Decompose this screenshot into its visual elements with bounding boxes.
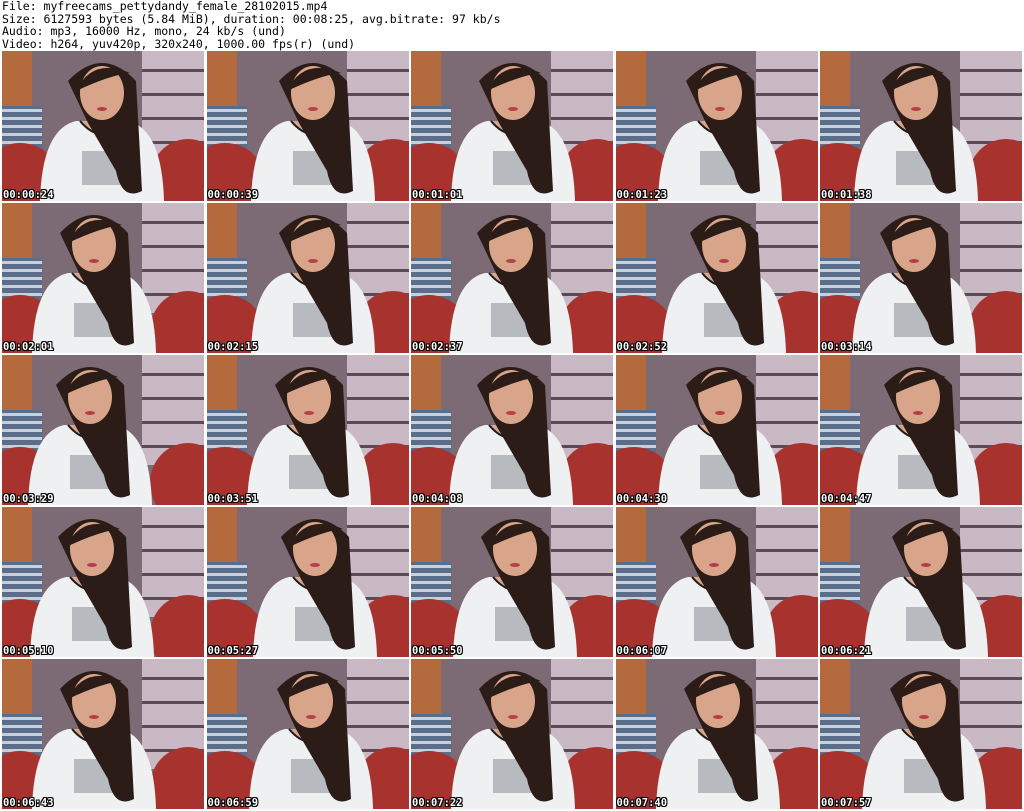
frame-timestamp: 00:05:50: [412, 645, 463, 657]
frame-timestamp: 00:01:23: [616, 189, 668, 201]
frame-timestamp: 00:06:59: [207, 797, 259, 809]
frame-timestamp: 00:02:52: [616, 341, 668, 353]
video-frame-thumbnail: 00:01:38: [820, 51, 1022, 201]
file-info-header: File: myfreecams_pettydandy_female_28102…: [2, 0, 1022, 50]
video-frame-thumbnail: 00:05:50: [411, 507, 613, 657]
video-frame-thumbnail: 00:06:59: [206, 659, 409, 809]
frame-timestamp: 00:04:08: [412, 493, 463, 505]
frame-timestamp: 00:04:30: [616, 493, 668, 505]
video-frame-thumbnail: 00:04:30: [615, 355, 818, 505]
audio-info-line: Audio: mp3, 16000 Hz, mono, 24 kb/s (und…: [2, 24, 286, 38]
frame-timestamp: 00:07:40: [616, 797, 668, 809]
frame-scene-image: [615, 507, 818, 657]
video-frame-thumbnail: 00:04:08: [411, 355, 613, 505]
frame-timestamp: 00:04:47: [821, 493, 872, 505]
video-frame-thumbnail: 00:07:57: [820, 659, 1022, 809]
frame-timestamp: 00:01:38: [821, 189, 872, 201]
frame-scene-image: [206, 659, 409, 809]
frame-timestamp: 00:03:29: [3, 493, 54, 505]
frame-scene-image: [411, 659, 613, 809]
frame-scene-image: [411, 507, 613, 657]
frame-timestamp: 00:01:01: [412, 189, 463, 201]
frame-scene-image: [2, 203, 204, 353]
frame-scene-image: [2, 507, 204, 657]
frame-timestamp: 00:06:21: [821, 645, 872, 657]
thumbnail-grid: 00:00:24 00:00:39 00:01:01 00:01:23 00:01:38…: [2, 51, 1022, 809]
video-frame-thumbnail: 00:06:07: [615, 507, 818, 657]
frame-timestamp: 00:07:57: [821, 797, 872, 809]
frame-scene-image: [206, 51, 409, 201]
frame-timestamp: 00:07:22: [412, 797, 463, 809]
frame-scene-image: [206, 203, 409, 353]
frame-timestamp: 00:00:24: [3, 189, 54, 201]
frame-timestamp: 00:02:15: [207, 341, 259, 353]
frame-scene-image: [206, 507, 409, 657]
frame-scene-image: [411, 51, 613, 201]
frame-timestamp: 00:00:39: [207, 189, 259, 201]
frame-timestamp: 00:06:43: [3, 797, 54, 809]
file-name-line: File: myfreecams_pettydandy_female_28102…: [2, 0, 328, 13]
frame-scene-image: [820, 51, 1022, 201]
video-frame-thumbnail: 00:03:14: [820, 203, 1022, 353]
frame-scene-image: [615, 203, 818, 353]
video-frame-thumbnail: 00:03:29: [2, 355, 204, 505]
frame-timestamp: 00:03:14: [821, 341, 872, 353]
frame-scene-image: [2, 659, 204, 809]
video-frame-thumbnail: 00:02:37: [411, 203, 613, 353]
frame-scene-image: [820, 355, 1022, 505]
frame-scene-image: [615, 355, 818, 505]
video-frame-thumbnail: 00:02:15: [206, 203, 409, 353]
frame-timestamp: 00:02:01: [3, 341, 54, 353]
frame-timestamp: 00:05:10: [3, 645, 54, 657]
frame-scene-image: [411, 203, 613, 353]
video-frame-thumbnail: 00:02:52: [615, 203, 818, 353]
video-frame-thumbnail: 00:01:01: [411, 51, 613, 201]
frame-timestamp: 00:03:51: [207, 493, 259, 505]
frame-scene-image: [2, 51, 204, 201]
frame-timestamp: 00:05:27: [207, 645, 259, 657]
frame-scene-image: [820, 659, 1022, 809]
video-frame-thumbnail: 00:05:10: [2, 507, 204, 657]
frame-scene-image: [820, 203, 1022, 353]
frame-scene-image: [206, 355, 409, 505]
frame-timestamp: 00:06:07: [616, 645, 668, 657]
video-frame-thumbnail: 00:03:51: [206, 355, 409, 505]
frame-scene-image: [411, 355, 613, 505]
frame-timestamp: 00:02:37: [412, 341, 463, 353]
frame-scene-image: [615, 51, 818, 201]
video-frame-thumbnail: 00:07:22: [411, 659, 613, 809]
video-frame-thumbnail: 00:00:24: [2, 51, 204, 201]
video-frame-thumbnail: 00:05:27: [206, 507, 409, 657]
video-frame-thumbnail: 00:01:23: [615, 51, 818, 201]
video-info-line: Video: h264, yuv420p, 320x240, 1000.00 f…: [2, 36, 356, 51]
video-frame-thumbnail: 00:02:01: [2, 203, 204, 353]
video-frame-thumbnail: 00:00:39: [206, 51, 409, 201]
frame-scene-image: [615, 659, 818, 809]
video-frame-thumbnail: 00:06:43: [2, 659, 204, 809]
frame-scene-image: [820, 507, 1022, 657]
video-frame-thumbnail: 00:06:21: [820, 507, 1022, 657]
video-frame-thumbnail: 00:04:47: [820, 355, 1022, 505]
video-frame-thumbnail: 00:07:40: [615, 659, 818, 809]
frame-scene-image: [2, 355, 204, 505]
